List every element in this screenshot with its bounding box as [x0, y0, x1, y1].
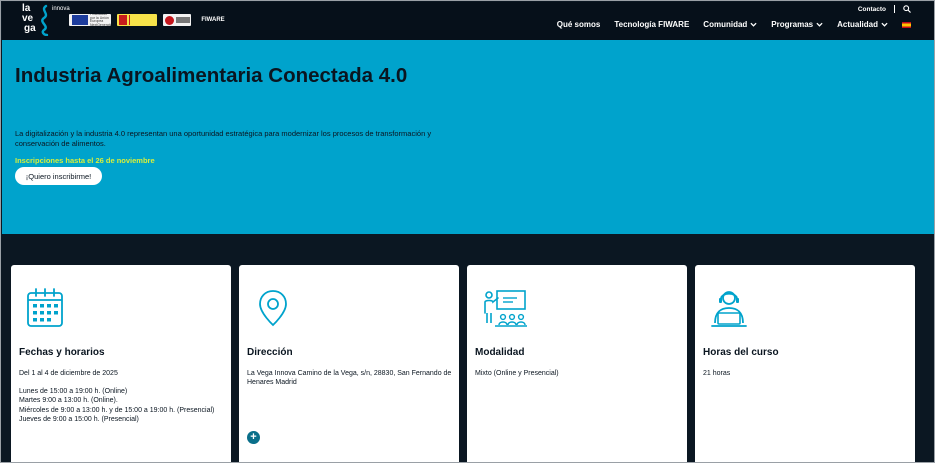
main-nav: Qué somos Tecnología FIWARE Comunidad Pr…	[557, 20, 911, 29]
card-line: Lunes de 15:00 a 19:00 h. (Online)	[19, 388, 128, 396]
nav-label: Comunidad	[703, 20, 748, 29]
card-line: Miércoles de 9:00 a 13:00 h. y de 15:00 …	[19, 406, 215, 414]
hero-description: La digitalización y la industria 4.0 rep…	[15, 129, 432, 148]
logo-innova-text: innova	[52, 6, 70, 12]
card-body: Del 1 al 4 de diciembre de 2025 Lunes de…	[19, 369, 227, 424]
register-button[interactable]: ¡Quiero inscribirme!	[15, 167, 102, 185]
gobierno-logo-text	[129, 15, 155, 25]
chevron-down-icon	[816, 22, 823, 27]
card-modality: Modalidad Mixto (Online y Presencial)	[467, 265, 687, 462]
card-title: Dirección	[247, 347, 293, 358]
card-line: Jueves de 9:00 a 15:00 h. (Presencial)	[19, 415, 139, 423]
card-hours: Horas del curso 21 horas	[695, 265, 915, 462]
sponsor-logos: Financiado por la Unión Europea NextGene…	[69, 13, 229, 27]
nav-label: Actualidad	[837, 20, 878, 29]
card-title: Fechas y horarios	[19, 347, 105, 358]
fiware-logo: FIWARE	[201, 17, 225, 23]
card-title: Modalidad	[475, 347, 525, 358]
search-icon[interactable]	[903, 5, 911, 13]
nav-actualidad[interactable]: Actualidad	[837, 20, 888, 29]
nav-label: Tecnología FIWARE	[614, 20, 690, 29]
nav-label: Qué somos	[556, 20, 601, 29]
divider	[894, 5, 895, 13]
coat-of-arms-icon	[119, 15, 127, 25]
nav-label: Programas	[771, 20, 814, 29]
card-line: Mixto (Online y Presencial)	[475, 370, 559, 377]
logo-wave-icon	[41, 4, 49, 36]
card-body: La Vega Innova Camino de la Vega, s/n, 2…	[247, 369, 455, 387]
card-line: La Vega Innova Camino de la Vega, s/n, 2…	[247, 370, 452, 387]
location-pin-icon	[259, 290, 287, 327]
calendar-icon	[27, 288, 63, 327]
browser-viewport: la ve ga innova Financiado por la Unión …	[0, 0, 935, 463]
spanish-flag-icon[interactable]	[902, 21, 911, 28]
student-laptop-icon	[711, 291, 747, 327]
top-links: Contacto	[858, 5, 911, 13]
eu-funding-logo: Financiado por la Unión Europea NextGene…	[69, 14, 111, 26]
logo-line-3: ga	[24, 23, 36, 34]
card-title: Horas del curso	[703, 347, 779, 358]
card-body: 21 horas	[703, 369, 911, 378]
red-es-logo	[163, 14, 191, 26]
chevron-down-icon	[750, 22, 757, 27]
site-header: la ve ga innova Financiado por la Unión …	[2, 2, 934, 40]
card-line: 21 horas	[703, 370, 731, 377]
expand-plus-icon[interactable]: +	[247, 431, 260, 444]
registration-deadline: Inscripciones hasta el 26 de noviembre	[15, 156, 155, 165]
nav-que-somos[interactable]: Qué somos	[557, 20, 601, 29]
hero-section: Industria Agroalimentaria Conectada 4.0 …	[2, 40, 934, 234]
contact-link[interactable]: Contacto	[858, 6, 886, 13]
gobierno-espana-logo	[117, 14, 157, 26]
nav-comunidad[interactable]: Comunidad	[703, 20, 757, 29]
card-body: Mixto (Online y Presencial)	[475, 369, 683, 378]
card-line: Del 1 al 4 de diciembre de 2025	[19, 370, 118, 377]
page-title: Industria Agroalimentaria Conectada 4.0	[15, 64, 408, 87]
presentation-icon	[484, 290, 527, 327]
la-vega-innova-logo[interactable]: la ve ga innova	[22, 4, 70, 36]
card-address: Dirección La Vega Innova Camino de la Ve…	[239, 265, 459, 462]
eu-flag-icon	[72, 15, 88, 25]
info-cards: Fechas y horarios Del 1 al 4 de diciembr…	[11, 265, 916, 462]
red-es-mark	[164, 15, 174, 25]
card-line: Martes 9:00 a 13:00 h. (Online).	[19, 397, 118, 405]
chevron-down-icon	[881, 22, 888, 27]
eu-funding-text: Financiado por la Unión Europea NextGene…	[90, 14, 111, 26]
red-es-text	[175, 17, 190, 23]
nav-programas[interactable]: Programas	[771, 20, 823, 29]
card-dates: Fechas y horarios Del 1 al 4 de diciembr…	[11, 265, 231, 462]
nav-tecnologia-fiware[interactable]: Tecnología FIWARE	[614, 20, 689, 29]
